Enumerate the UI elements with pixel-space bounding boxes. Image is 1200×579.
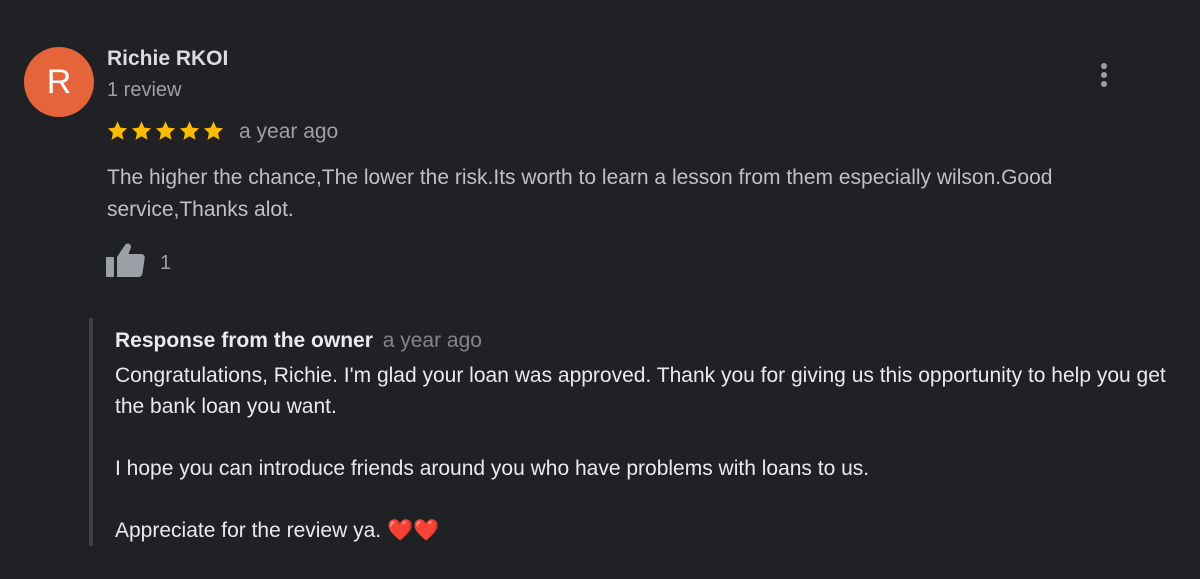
reviewer-name[interactable]: Richie RKOI [107, 47, 228, 71]
review-text: The higher the chance,The lower the risk… [107, 166, 1053, 221]
like-count: 1 [160, 252, 172, 274]
thumbs-up-icon [106, 243, 145, 277]
owner-response-title: Response from the owner [115, 329, 373, 352]
more-vertical-icon-dot [1101, 72, 1107, 78]
owner-response-paragraph: I hope you can introduce friends around … [115, 457, 870, 480]
star-icon [203, 121, 224, 140]
review-card: R Richie RKOI 1 review a year ago The hi… [0, 0, 1200, 579]
like-button[interactable] [106, 242, 146, 278]
response-divider [89, 318, 93, 546]
owner-response-date: a year ago [382, 329, 482, 352]
avatar[interactable]: R [24, 47, 94, 117]
more-vertical-icon-dot [1101, 81, 1107, 87]
star-icon [131, 121, 152, 140]
owner-response-paragraph: Congratulations, Richie. I'm glad your l… [115, 364, 1166, 418]
star-icon [107, 121, 128, 140]
owner-response-header: Response from the owner a year ago [115, 329, 482, 353]
star-icon [155, 121, 176, 140]
star-icon [179, 121, 200, 140]
star-rating [106, 120, 225, 144]
owner-response-paragraph: Appreciate for the review ya. ❤️❤️ [115, 519, 440, 542]
review-count[interactable]: 1 review [107, 79, 181, 102]
review-date: a year ago [239, 120, 339, 143]
more-vertical-icon [1101, 63, 1107, 69]
owner-response-text: Congratulations, Richie. I'm glad your l… [115, 360, 1175, 546]
more-options-button[interactable] [1088, 58, 1120, 92]
